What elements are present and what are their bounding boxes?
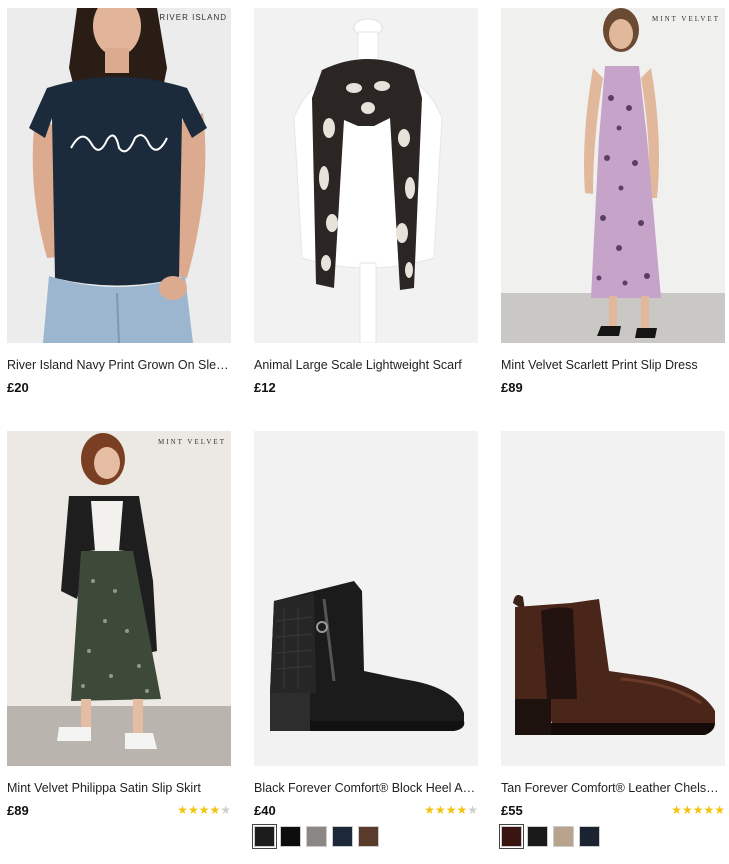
star-icon: ★ [692, 803, 704, 817]
product-card[interactable]: Tan Forever Comfort® Leather Chelsea… £5… [499, 431, 725, 849]
product-image[interactable] [501, 431, 725, 766]
product-card[interactable]: RIVER ISLAND River Island Navy Print Gro… [7, 8, 231, 395]
product-title[interactable]: Animal Large Scale Lightweight Scarf [254, 357, 478, 373]
star-icon: ★ [703, 803, 715, 817]
star-icon: ★ [671, 803, 682, 817]
price-row: £20 [7, 379, 231, 395]
product-title[interactable]: Black Forever Comfort® Block Heel An… [254, 780, 478, 796]
color-swatch[interactable] [499, 824, 524, 849]
product-card[interactable]: Animal Large Scale Lightweight Scarf £12 [254, 8, 478, 395]
product-image[interactable]: MINT VELVET [7, 431, 231, 766]
star-icon: ★ [209, 803, 221, 817]
product-price: £12 [254, 379, 276, 395]
product-title[interactable]: Tan Forever Comfort® Leather Chelsea… [501, 780, 725, 796]
brand-logo: MINT VELVET [652, 15, 720, 23]
brand-logo: MINT VELVET [158, 438, 226, 446]
product-title[interactable]: Mint Velvet Scarlett Print Slip Dress [501, 357, 725, 373]
color-swatch[interactable] [306, 826, 327, 847]
color-swatch[interactable] [358, 826, 379, 847]
black-ankle-boot-photo [254, 431, 478, 766]
color-swatch[interactable] [280, 826, 301, 847]
brand-logo: RIVER ISLAND [159, 13, 227, 22]
tan-chelsea-boot-photo [501, 431, 725, 766]
star-icon: ★ [187, 803, 199, 817]
product-price: £55 [501, 802, 523, 818]
rating-stars: ★★★★★ [177, 803, 231, 817]
product-image[interactable]: MINT VELVET [501, 8, 725, 343]
product-card[interactable]: MINT VELVET Mint Velvet Scarlett Print S… [501, 8, 725, 395]
star-icon: ★ [177, 803, 188, 817]
product-title[interactable]: Mint Velvet Philippa Satin Slip Skirt [7, 780, 231, 796]
price-row: £40 ★★★★★ [254, 802, 478, 818]
animal-print-scarf-photo [254, 8, 478, 343]
color-swatch[interactable] [527, 826, 548, 847]
price-row: £55 ★★★★★ [501, 802, 725, 818]
star-icon: ★ [467, 803, 478, 817]
product-image[interactable]: RIVER ISLAND [7, 8, 231, 343]
product-title[interactable]: River Island Navy Print Grown On Slee… [7, 357, 231, 373]
star-icon: ★ [220, 803, 231, 817]
star-icon: ★ [456, 803, 468, 817]
product-price: £89 [7, 802, 29, 818]
star-icon: ★ [434, 803, 446, 817]
star-icon: ★ [681, 803, 693, 817]
print-slip-dress-photo [501, 8, 725, 343]
star-icon: ★ [424, 803, 435, 817]
product-price: £40 [254, 802, 276, 818]
star-icon: ★ [198, 803, 210, 817]
price-row: £89 [501, 379, 725, 395]
product-image[interactable] [254, 8, 478, 343]
star-icon: ★ [445, 803, 457, 817]
rating-stars: ★★★★★ [424, 803, 478, 817]
product-price: £89 [501, 379, 523, 395]
color-swatches [499, 824, 725, 849]
navy-tshirt-model-photo [7, 8, 231, 343]
satin-slip-skirt-photo [7, 431, 231, 766]
color-swatch[interactable] [252, 824, 277, 849]
color-swatch[interactable] [579, 826, 600, 847]
price-row: £89 ★★★★★ [7, 802, 231, 818]
color-swatches [252, 824, 478, 849]
color-swatch[interactable] [332, 826, 353, 847]
product-card[interactable]: Black Forever Comfort® Block Heel An… £4… [252, 431, 478, 849]
product-image[interactable] [254, 431, 478, 766]
product-price: £20 [7, 379, 29, 395]
color-swatch[interactable] [553, 826, 574, 847]
rating-stars: ★★★★★ [671, 803, 725, 817]
product-card[interactable]: MINT VELVET Mint Velvet Philippa Satin S… [7, 431, 231, 818]
star-icon: ★ [714, 803, 725, 817]
price-row: £12 [254, 379, 478, 395]
